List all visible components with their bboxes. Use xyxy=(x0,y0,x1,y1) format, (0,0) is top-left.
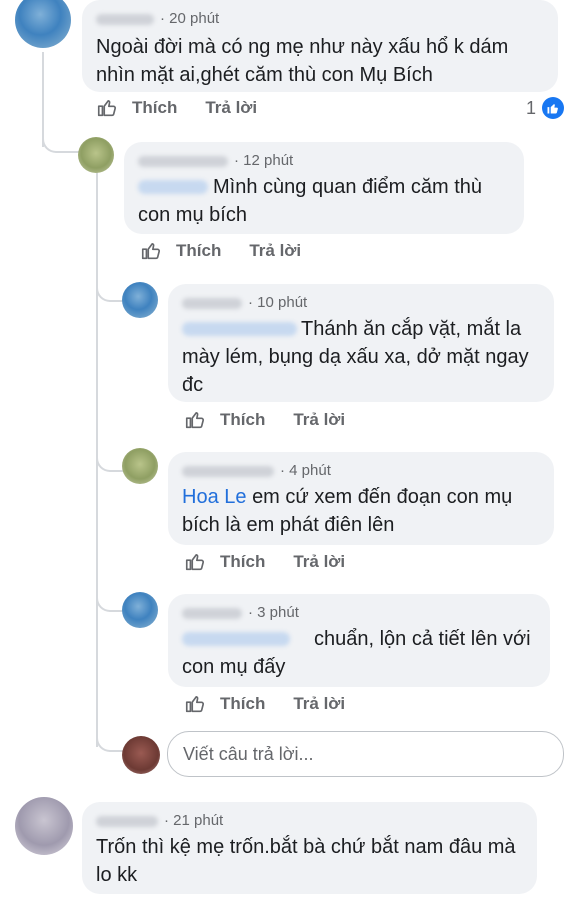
thread-curve-4 xyxy=(96,580,124,612)
comment-time: 4 phút xyxy=(289,462,331,479)
comment-actions: Thích Trả lời xyxy=(140,240,301,262)
author-name[interactable] xyxy=(182,297,242,309)
comment-text: Ngoài đời mà có ng mẹ như này xấu hổ k d… xyxy=(96,36,509,86)
comment-bubble: · 3 phút chuẩn, lộn cả tiết lên với con … xyxy=(168,594,550,687)
comment-actions: Thích Trả lời xyxy=(184,693,345,715)
author-name[interactable] xyxy=(138,155,228,167)
like-button[interactable]: Thích xyxy=(220,552,265,572)
author-name[interactable] xyxy=(96,13,154,25)
comment-time: 20 phút xyxy=(169,10,220,27)
like-button[interactable]: Thích xyxy=(220,410,265,430)
comment-time: 10 phút xyxy=(257,294,308,311)
comment-meta: · 3 phút xyxy=(182,604,299,621)
comment-time: 21 phút xyxy=(173,812,224,829)
reply-input-placeholder: Viết câu trả lời... xyxy=(183,744,314,764)
comment-actions: Thích Trả lời xyxy=(96,97,257,119)
current-user-avatar xyxy=(122,736,160,774)
reply-button[interactable]: Trả lời xyxy=(293,694,345,714)
reply-button[interactable]: Trả lời xyxy=(249,241,301,261)
comment-meta: · 10 phút xyxy=(182,294,307,311)
comment-bubble: · 20 phút Ngoài đời mà có ng mẹ như này … xyxy=(82,0,558,92)
like-icon[interactable] xyxy=(184,693,206,715)
avatar[interactable] xyxy=(15,0,71,48)
like-icon[interactable] xyxy=(184,551,206,573)
reply-button[interactable]: Trả lời xyxy=(205,98,257,118)
comment-text: chuẩn, lộn cả tiết lên với con mụ đấy xyxy=(182,628,531,678)
avatar[interactable] xyxy=(122,592,158,628)
like-button[interactable]: Thích xyxy=(220,694,265,714)
like-icon[interactable] xyxy=(140,240,162,262)
comment-text: Hoa Le em cứ xem đến đoạn con mụ bích là… xyxy=(182,486,513,536)
avatar[interactable] xyxy=(122,448,158,484)
mention-link[interactable]: Hoa Le xyxy=(182,486,247,508)
thread-curve-3 xyxy=(96,440,124,472)
like-button[interactable]: Thích xyxy=(176,241,221,261)
comment-meta: · 4 phút xyxy=(182,462,331,479)
comment-meta: · 21 phút xyxy=(96,812,223,829)
comment-bubble: · 10 phút Thánh ăn cắp vặt, mắt la mày l… xyxy=(168,284,554,402)
avatar[interactable] xyxy=(15,797,73,855)
avatar[interactable] xyxy=(78,137,114,173)
reaction-count[interactable]: 1 xyxy=(526,98,536,119)
like-icon[interactable] xyxy=(96,97,118,119)
reply-button[interactable]: Trả lời xyxy=(293,410,345,430)
comment-bubble: · 21 phút Trốn thì kệ mẹ trốn.bắt bà chứ… xyxy=(82,802,537,894)
author-name[interactable] xyxy=(182,607,242,619)
thread-curve-5 xyxy=(96,722,124,752)
comment-text: Mình cùng quan điểm căm thù con mụ bích xyxy=(138,176,483,226)
comment-bubble: · 4 phút Hoa Le em cứ xem đến đoạn con m… xyxy=(168,452,554,545)
comment-time: 12 phút xyxy=(243,152,294,169)
like-reaction-icon[interactable] xyxy=(542,97,564,119)
avatar[interactable] xyxy=(122,282,158,318)
comment-meta: · 20 phút xyxy=(96,10,219,27)
comment-bubble: · 12 phút Mình cùng quan điểm căm thù co… xyxy=(124,142,524,234)
comment-actions: Thích Trả lời xyxy=(184,551,345,573)
author-name[interactable] xyxy=(182,465,274,477)
thread-curve-1 xyxy=(42,115,80,153)
comment-text: Trốn thì kệ mẹ trốn.bắt bà chứ bắt nam đ… xyxy=(96,836,516,886)
like-icon[interactable] xyxy=(184,409,206,431)
author-name[interactable] xyxy=(96,815,158,827)
comment-text: Thánh ăn cắp vặt, mắt la mày lém, bụng d… xyxy=(182,318,529,396)
comment-meta: · 12 phút xyxy=(138,152,293,169)
reply-input[interactable]: Viết câu trả lời... xyxy=(167,731,564,777)
comment-time: 3 phút xyxy=(257,604,299,621)
comment-actions: Thích Trả lời xyxy=(184,409,345,431)
reply-button[interactable]: Trả lời xyxy=(293,552,345,572)
like-button[interactable]: Thích xyxy=(132,98,177,118)
thread-curve-2 xyxy=(96,270,124,302)
